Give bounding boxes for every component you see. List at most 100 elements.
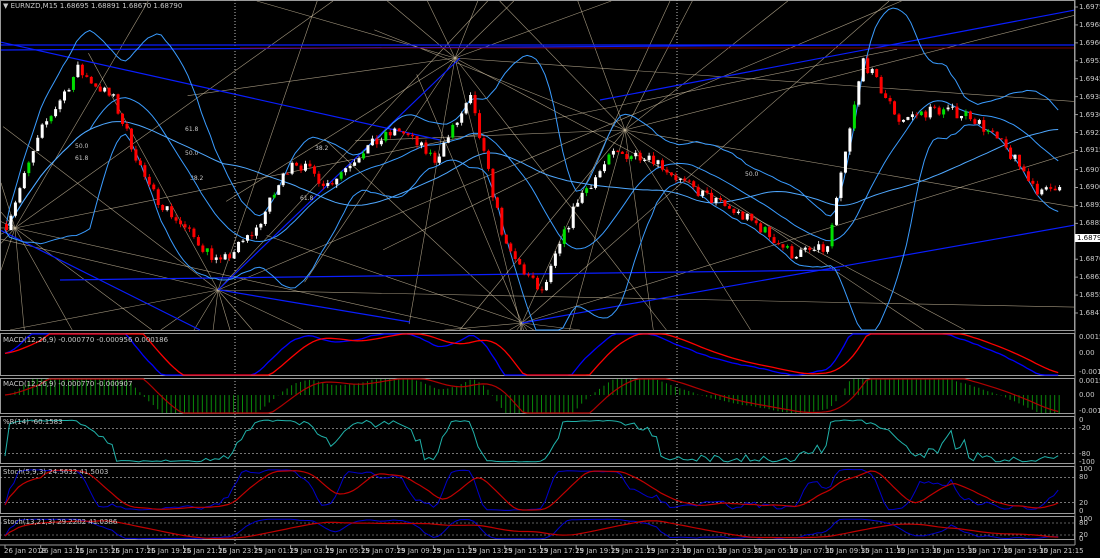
gann-fan-line: [187, 57, 456, 96]
candle-body: [951, 106, 955, 108]
ohlc-values: 1.68695 1.68891 1.68670 1.68790: [59, 2, 183, 10]
candle-body: [179, 220, 183, 225]
candle-body: [107, 87, 111, 96]
trend-line: [217, 57, 461, 291]
candle-body: [781, 244, 785, 248]
candle-body: [326, 183, 330, 186]
candle-body: [1022, 166, 1026, 172]
candle-body: [80, 64, 84, 76]
candle-body: [915, 114, 919, 116]
candle-body: [415, 136, 419, 146]
candle-body: [959, 115, 963, 119]
price-axis-label: 1.69155: [1079, 146, 1100, 155]
candle-body: [1044, 187, 1048, 190]
candle-body: [866, 58, 870, 74]
candle-body: [888, 97, 892, 102]
candle-body: [375, 138, 379, 145]
indicator-axis-label: -0.00178: [1079, 407, 1100, 415]
triangle-down-icon[interactable]: ▼: [3, 2, 8, 10]
candle-body: [553, 253, 557, 266]
candle-body: [745, 213, 749, 220]
candle-body: [143, 165, 147, 177]
candle-body: [370, 138, 374, 146]
candle-body: [643, 159, 647, 161]
candle-body: [13, 202, 17, 216]
price-axis-label: 1.69605: [1079, 38, 1100, 47]
fib-level-label: 38.2: [190, 175, 204, 182]
price-axis-label: 1.68475: [1079, 309, 1100, 317]
candle-body: [955, 106, 959, 119]
candle-body: [384, 132, 388, 141]
gann-fan-line: [217, 289, 231, 331]
candle-body: [732, 208, 736, 214]
candle-body: [223, 254, 227, 260]
candle-body: [687, 180, 691, 182]
gann-fan-line: [217, 289, 304, 331]
candle-body: [397, 128, 401, 132]
indicator-label-stoch1: Stoch(5,9,3) 24.5632 41.5003: [3, 468, 109, 476]
candle-body: [330, 183, 334, 185]
gann-fan-line: [454, 0, 515, 59]
candle-body: [817, 244, 821, 250]
candle-body: [478, 113, 482, 139]
stoch1-main-line: [4, 468, 1059, 511]
stoch2-signal-line: [4, 520, 1059, 539]
chart-canvas[interactable]: 61.850.038.261.850.0 38.261.850.0: [0, 0, 1100, 558]
candle-body: [469, 95, 473, 104]
candle-body: [696, 186, 700, 196]
indicator-axis-label: 0.001565: [1079, 377, 1100, 385]
candle-body: [286, 173, 290, 175]
candle-body: [870, 69, 874, 74]
candle-body: [705, 190, 709, 193]
gann-fan-line: [499, 0, 626, 131]
candle-body: [692, 181, 696, 187]
candle-body: [522, 264, 526, 275]
stoch2-main-line: [4, 518, 1059, 540]
candle-body: [455, 122, 459, 125]
candle-body: [723, 199, 727, 206]
gann-fan-line: [427, 0, 456, 59]
candle-body: [174, 217, 178, 221]
gann-fan-line: [0, 182, 16, 229]
indicator-axis-label: 0: [1079, 416, 1084, 424]
candle-body: [94, 83, 98, 87]
candle-body: [589, 187, 593, 189]
candle-body: [799, 249, 803, 257]
gann-fan-line: [521, 151, 1075, 324]
candle-body: [518, 259, 522, 265]
gann-fan-line: [454, 57, 523, 331]
candle-body: [562, 229, 566, 244]
candle-body: [250, 235, 254, 237]
candle-body: [928, 106, 932, 118]
candle-body: [161, 204, 165, 211]
fib-level-label: 61.8: [300, 195, 314, 202]
candle-body: [353, 162, 357, 166]
price-axis-label: 1.69680: [1079, 20, 1100, 29]
candle-body: [549, 265, 553, 283]
candle-body: [299, 165, 303, 171]
candle-body: [495, 197, 499, 208]
price-axis-label: 1.68700: [1079, 255, 1100, 264]
gann-fan-line: [226, 57, 456, 202]
candle-body: [611, 150, 615, 155]
candle-body: [9, 215, 13, 231]
price-axis-label: 1.69305: [1079, 110, 1100, 119]
candle-body: [576, 202, 580, 207]
candle-body: [540, 289, 544, 291]
candle-body: [348, 165, 352, 169]
gann-fan-line: [624, 15, 1075, 131]
candle-body: [598, 171, 602, 178]
candle-body: [901, 119, 905, 122]
candle-body: [754, 220, 758, 224]
candle-body: [785, 246, 789, 248]
candle-body: [531, 275, 535, 278]
candle-body: [1026, 171, 1030, 181]
indicator-axis-label: 0.00: [1079, 391, 1095, 400]
candle-body: [344, 168, 348, 173]
candle-body: [317, 173, 321, 184]
candle-body: [183, 224, 187, 228]
candle-body: [906, 117, 910, 120]
candle-body: [63, 91, 67, 101]
candle-body: [237, 241, 241, 253]
candle-body: [36, 137, 40, 152]
